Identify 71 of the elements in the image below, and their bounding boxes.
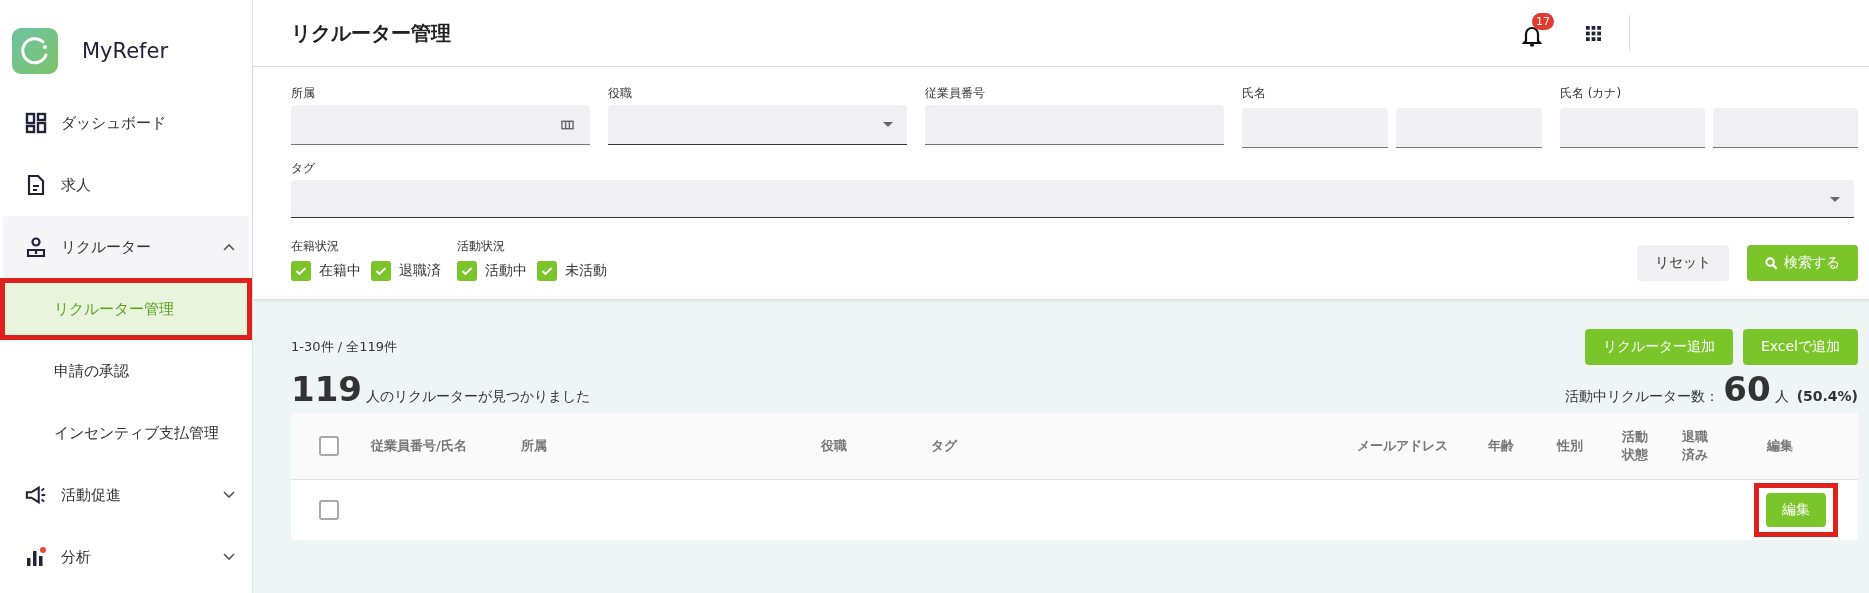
nav-item[interactable]: 分析 (3, 526, 249, 588)
input-field[interactable] (1242, 108, 1388, 148)
input-field[interactable] (1560, 108, 1705, 148)
active-count: 60 (1723, 369, 1771, 409)
checkbox-label: 活動中 (485, 262, 527, 280)
checkbox[interactable] (537, 261, 557, 281)
columns-icon (561, 120, 574, 130)
field-label: 所属 (291, 85, 316, 100)
select-field[interactable] (291, 180, 1854, 218)
nav-subitem[interactable]: インセンティブ支払管理 (0, 402, 252, 464)
checkbox[interactable] (371, 261, 391, 281)
nav-item[interactable]: リクルーター (3, 216, 249, 278)
megaphone-icon (25, 484, 47, 506)
reset-button[interactable]: リセット (1637, 245, 1729, 281)
active-label: 活動中リクルーター数： (1565, 388, 1720, 406)
chevron-up-icon (223, 243, 235, 251)
checkbox[interactable] (319, 500, 339, 520)
chevron-down-icon (223, 553, 235, 561)
input-field[interactable] (925, 105, 1224, 145)
nav-item[interactable]: 求人 (3, 154, 249, 216)
logo-icon (12, 28, 58, 74)
active-unit: 人 (1774, 388, 1789, 406)
nav-item[interactable]: ダッシュボード (3, 92, 249, 154)
check-icon (461, 266, 473, 276)
picker-field[interactable] (291, 105, 590, 145)
field-label: タグ (291, 160, 316, 175)
column-header: 退職済み (1681, 428, 1709, 464)
field-label: 氏名 (カナ) (1560, 85, 1623, 100)
checkbox[interactable] (457, 261, 477, 281)
checkbox[interactable] (291, 261, 311, 281)
column-header: タグ (931, 438, 957, 453)
column-header: 編集 (1767, 438, 1793, 453)
column-header: 従業員番号/氏名 (371, 438, 467, 453)
bar-chart-icon (25, 546, 47, 568)
input-field[interactable] (1396, 108, 1542, 148)
notification-badge: 17 (1532, 13, 1554, 30)
field-label: 従業員番号 (925, 85, 986, 100)
input-field[interactable] (1713, 108, 1858, 148)
result-text: 人のリクルーターが見つかりました (366, 388, 590, 406)
checkbox[interactable] (319, 436, 339, 456)
bell-icon[interactable] (1522, 25, 1542, 47)
field-label: 氏名 (1242, 85, 1267, 100)
column-header: 年齢 (1488, 438, 1514, 453)
nav-subitem[interactable]: 申請の承認 (0, 340, 252, 402)
check-icon (295, 266, 307, 276)
column-header: 性別 (1557, 438, 1583, 453)
app-name: MyRefer (82, 39, 169, 63)
field-label: 役職 (608, 85, 633, 100)
nav-item[interactable]: 活動促進 (3, 464, 249, 526)
check-icon (541, 266, 553, 276)
column-header: 活動状態 (1621, 428, 1649, 464)
column-header: 所属 (521, 438, 547, 453)
dashboard-icon (25, 112, 47, 134)
chevron-down-icon (223, 491, 235, 499)
column-header: メールアドレス (1356, 438, 1448, 453)
person-icon (25, 236, 47, 258)
column-header: 役職 (821, 438, 847, 453)
checkbox-label: 在籍中 (319, 262, 361, 280)
search-icon (1765, 256, 1778, 270)
check-icon (375, 266, 387, 276)
active-percent: (50.4%) (1796, 388, 1858, 404)
apps-grid-icon[interactable] (1586, 25, 1601, 41)
group-label: 活動状況 (457, 238, 506, 253)
checkbox-label: 退職済 (399, 262, 441, 280)
result-range: 1-30件 / 全119件 (291, 338, 397, 356)
group-label: 在籍状況 (291, 238, 340, 253)
result-count: 119 (291, 369, 362, 409)
document-icon (25, 174, 47, 196)
page-title: リクルーター管理 (291, 19, 452, 47)
select-field[interactable] (608, 105, 907, 145)
checkbox-label: 未活動 (565, 262, 607, 280)
